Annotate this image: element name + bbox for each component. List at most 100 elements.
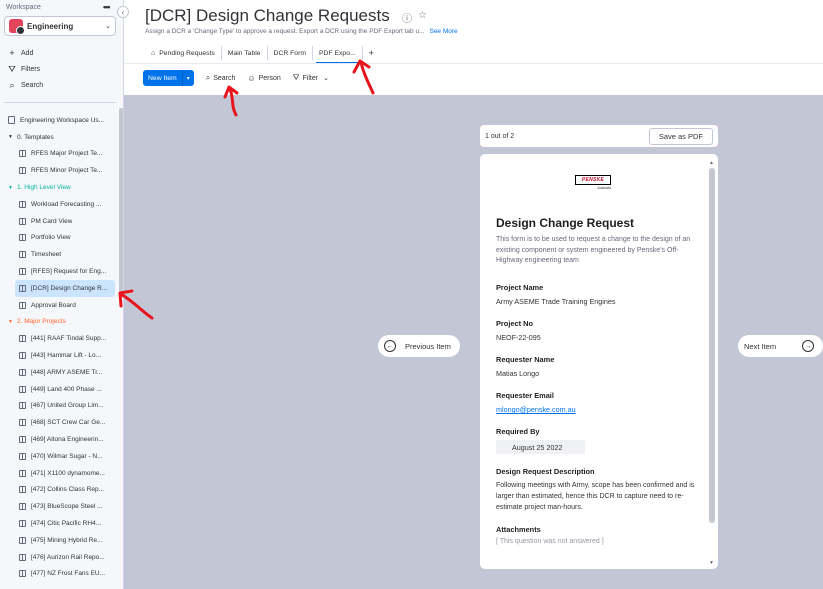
tab-label: Pending Requests [159, 49, 215, 57]
sidebar-item-label: Timesheet [31, 251, 62, 259]
sidebar-item-label: 2. Major Projects [17, 318, 66, 326]
previous-item-button[interactable]: ← Previous Item [378, 335, 460, 357]
folder-toggle-icon[interactable]: ▼ [8, 319, 14, 325]
sidebar-board-item[interactable]: [468] SCT Crew Car Ge... [0, 414, 118, 431]
star-icon[interactable]: ☆ [418, 10, 427, 25]
sidebar-board-item[interactable]: [469] Altona Engineerin... [0, 431, 118, 448]
board-icon [19, 503, 26, 511]
chevron-down-icon: ⌄ [323, 75, 329, 82]
tab-main-table[interactable]: Main Table [222, 46, 268, 60]
scroll-down-icon[interactable]: ▼ [709, 560, 714, 566]
collapse-sidebar-button[interactable]: ‹ [117, 6, 129, 18]
sidebar-board-item[interactable]: [RFES] Request for Eng... [0, 263, 118, 280]
sidebar-item-label: [473] BlueScope Steel ... [31, 503, 103, 511]
filters-button[interactable]: ⛛ Filters [7, 64, 40, 75]
sidebar-board-item[interactable]: [DCR] Design Change R... [15, 279, 115, 297]
sidebar-board-item[interactable]: [477] NZ Frost Fans EU... [0, 566, 118, 583]
sidebar-item-label: [467] United Group Lim... [31, 402, 104, 410]
home-icon: ⌂ [151, 49, 156, 57]
board-icon [19, 268, 26, 276]
board-icon [19, 452, 26, 460]
new-item-button[interactable]: New Item ▾ [143, 70, 194, 86]
add-button[interactable]: + Add [7, 48, 33, 58]
sidebar-board-item[interactable]: [476] Aurizon Rail Repo... [0, 549, 118, 566]
sidebar-folder[interactable]: ▼ 2. Major Projects [0, 314, 118, 331]
sidebar-item-label: 1. High Level View [17, 184, 71, 192]
sidebar-board-item[interactable]: [474] Citic Pacific RH4... [0, 515, 118, 532]
sidebar-divider [4, 102, 116, 103]
sidebar-board-item[interactable]: [443] Hammar Lift - Lo... [0, 347, 118, 364]
toolbar: New Item ▾ ⌕ Search ☺ Person ⛛ Filter ⌄ [143, 70, 329, 86]
filter-label: Filter [302, 74, 319, 82]
sidebar-board-item[interactable]: [473] BlueScope Steel ... [0, 498, 118, 515]
sidebar-item-label: [471] X1100 dynamome... [31, 469, 105, 477]
tab-pending-requests[interactable]: ⌂ Pending Requests [145, 46, 222, 60]
sidebar-board-item[interactable]: [449] Land 400 Phase ... [0, 381, 118, 398]
board-icon [19, 284, 26, 292]
sidebar-board-item[interactable]: Approval Board [0, 297, 118, 314]
description-value: Following meetings with Army, scope has … [496, 482, 695, 511]
header-divider [124, 63, 823, 64]
arrow-left-icon: ← [384, 340, 396, 352]
tab-label: DCR Form [273, 49, 307, 57]
title-icons: ⓘ ☆ [402, 10, 427, 25]
project-name-label: Project Name [496, 283, 544, 292]
annotation-arrow-pdf-tab [352, 59, 375, 95]
chevron-down-icon[interactable]: ▾ [183, 70, 194, 86]
info-icon[interactable]: ⓘ [402, 10, 412, 25]
sidebar-scroll-thumb[interactable] [119, 108, 123, 298]
doc-icon [8, 116, 15, 125]
sidebar-board-item[interactable]: [467] United Group Lim... [0, 398, 118, 415]
next-item-button[interactable]: Next Item → [738, 335, 823, 357]
search-button[interactable]: ⌕ Search [7, 80, 43, 91]
folder-toggle-icon[interactable]: ▼ [8, 185, 14, 191]
pdf-scroll-thumb[interactable] [709, 168, 715, 523]
sidebar-board-item[interactable]: PM Card View [0, 213, 118, 230]
sidebar-doc-item[interactable]: Engineering Workspace Us... [0, 112, 118, 129]
add-view-button[interactable]: + [363, 46, 380, 60]
sidebar-board-item[interactable]: [475] Mining Hybrid Re... [0, 532, 118, 549]
sidebar-board-item[interactable]: RFES Major Project Te... [0, 146, 118, 163]
sidebar-board-item[interactable]: [448] ARMY ASEME Tr... [0, 364, 118, 381]
board-icon [19, 385, 26, 393]
filter-tool[interactable]: ⛛ Filter ⌄ [293, 73, 329, 83]
description-text: Assign a DCR a 'Change Type' to approve … [145, 28, 425, 35]
sidebar-item-label: [DCR] Design Change R... [31, 284, 108, 292]
sidebar-item-label: [RFES] Request for Eng... [31, 268, 107, 276]
sidebar-item-label: PM Card View [31, 217, 73, 225]
sidebar-board-item[interactable]: RFES Minor Project Te... [0, 162, 118, 179]
sidebar-board-item[interactable]: Timesheet [0, 246, 118, 263]
tab-label: PDF Expo... [319, 49, 356, 57]
search-tool[interactable]: ⌕ Search [206, 73, 236, 83]
add-label: Add [21, 49, 34, 57]
tab-dcr-form[interactable]: DCR Form [268, 46, 314, 60]
workspace-menu-icon[interactable]: ••• [103, 2, 111, 12]
see-more-link[interactable]: See More [429, 28, 457, 35]
save-as-pdf-button[interactable]: Save as PDF [648, 127, 713, 145]
project-name-value: Army ASEME Trade Training Engines [496, 297, 616, 306]
workspace-selector[interactable]: Engineering ⌄ [4, 16, 116, 36]
sidebar-board-item[interactable]: [470] Wilmar Sugar - N... [0, 448, 118, 465]
scroll-up-icon[interactable]: ▲ [709, 160, 714, 166]
sidebar-board-item[interactable]: [441] RAAF Tindal Supp... [0, 330, 118, 347]
person-filter[interactable]: ☺ Person [247, 74, 280, 83]
tab-pdf-export[interactable]: PDF Expo... [313, 46, 363, 64]
sidebar-folder[interactable]: ▼ 0. Templates [0, 129, 118, 146]
requester-email-link[interactable]: mlongo@penske.com.au [496, 405, 576, 414]
sidebar-scrollbar[interactable] [119, 102, 123, 589]
new-item-label[interactable]: New Item [143, 70, 183, 86]
sidebar-folder[interactable]: ▼ 1. High Level View [0, 179, 118, 196]
folder-toggle-icon[interactable]: ▼ [8, 134, 14, 140]
sidebar-board-item[interactable]: Portfolio View [0, 230, 118, 247]
sidebar-item-label: [443] Hammar Lift - Lo... [31, 352, 102, 360]
pdf-scrollbar[interactable]: ▲ ▼ [708, 160, 716, 566]
board-icon [19, 234, 26, 242]
sidebar-board-item[interactable]: [472] Collins Class Rep... [0, 482, 118, 499]
board-icon [19, 217, 26, 225]
board-icon [19, 335, 26, 343]
penske-logo: PENSKE Australia [575, 175, 611, 191]
sidebar-board-item[interactable]: Workload Forecasting ... [0, 196, 118, 213]
page-title: [DCR] Design Change Requests [145, 6, 390, 25]
sidebar-board-item[interactable]: [471] X1100 dynamome... [0, 465, 118, 482]
requester-name-label: Requester Name [496, 355, 555, 364]
